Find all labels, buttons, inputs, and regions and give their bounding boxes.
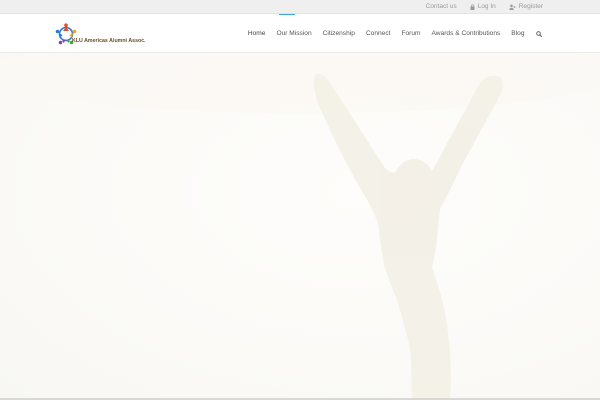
- nav-item-connect[interactable]: Connect: [360, 30, 396, 37]
- lock-icon: [470, 3, 475, 10]
- register-label: Register: [518, 3, 543, 10]
- nav-item-our-mission[interactable]: Our Mission: [271, 30, 317, 37]
- log-in-link[interactable]: Log In: [470, 3, 496, 10]
- main-nav: Home Our Mission Citizenship Connect For…: [242, 30, 542, 37]
- top-links: Contact us Log In Register: [426, 3, 543, 10]
- nav-item-forum[interactable]: Forum: [396, 30, 426, 37]
- contact-us-label: Contact us: [425, 3, 457, 10]
- log-in-label: Log In: [477, 3, 496, 10]
- logo-text: KLU Americas Alumni Assoc.: [72, 38, 146, 44]
- nav-item-citizenship[interactable]: Citizenship: [317, 30, 360, 37]
- hero-banner: [0, 53, 600, 400]
- user-plus-icon: [509, 3, 516, 10]
- site-logo[interactable]: KLU Americas Alumni Assoc.: [54, 20, 146, 48]
- hero-silhouette-image: [0, 53, 600, 400]
- contact-us-link[interactable]: Contact us: [426, 3, 457, 10]
- nav-item-awards[interactable]: Awards & Contributions: [426, 30, 506, 37]
- search-icon: [536, 30, 542, 37]
- search-button[interactable]: [530, 30, 542, 37]
- nav-item-blog[interactable]: Blog: [506, 30, 530, 37]
- nav-item-home[interactable]: Home: [242, 30, 271, 37]
- top-utility-bar: Contact us Log In Register: [0, 0, 600, 14]
- register-link[interactable]: Register: [509, 3, 543, 10]
- site-header: KLU Americas Alumni Assoc. Home Our Miss…: [0, 15, 600, 53]
